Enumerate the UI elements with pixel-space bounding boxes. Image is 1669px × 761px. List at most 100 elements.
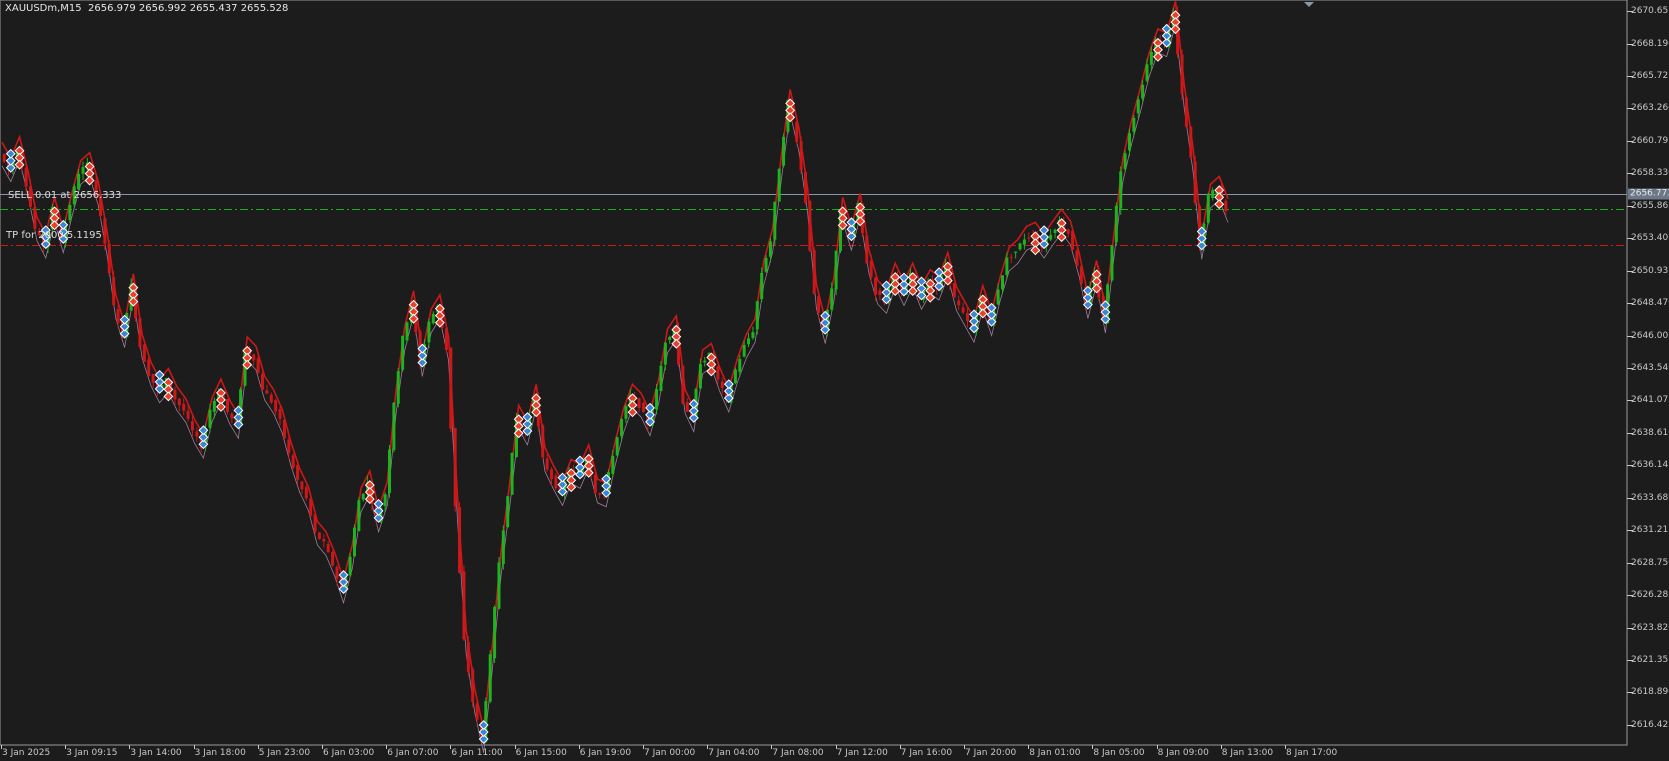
price-tick-label: 2631.215 bbox=[1631, 525, 1669, 536]
price-tick-mark bbox=[1627, 108, 1633, 109]
candle-body bbox=[1005, 257, 1009, 275]
time-tick-mark bbox=[900, 745, 901, 749]
time-tick-label: 7 Jan 20:00 bbox=[965, 748, 1017, 758]
candle-body bbox=[68, 204, 72, 221]
candle-body bbox=[335, 567, 339, 579]
chart-window[interactable]: XAUUSDm,M15 2656.979 2656.992 2655.437 2… bbox=[0, 0, 1669, 761]
price-tick-mark bbox=[1627, 76, 1633, 77]
candle-body bbox=[545, 458, 549, 470]
price-tick-label: 2643.540 bbox=[1631, 363, 1669, 374]
candle-body bbox=[1136, 99, 1140, 114]
candle-body bbox=[1079, 266, 1083, 284]
time-tick-mark bbox=[194, 745, 195, 749]
time-tick-label: 7 Jan 12:00 bbox=[836, 748, 888, 758]
candle-body bbox=[186, 410, 190, 419]
time-tick-label: 3 Jan 09:15 bbox=[66, 748, 118, 758]
candle-body bbox=[453, 428, 457, 507]
candle-body bbox=[1027, 237, 1031, 239]
candle-body bbox=[173, 389, 177, 400]
candle-body bbox=[1193, 161, 1197, 203]
candle-body bbox=[493, 607, 497, 659]
candle-body bbox=[1071, 230, 1075, 250]
candle-body bbox=[256, 358, 260, 373]
time-tick-mark bbox=[450, 745, 451, 749]
candle-body bbox=[659, 365, 663, 392]
candle-body bbox=[593, 474, 597, 494]
candle-body bbox=[874, 277, 878, 295]
candle-body bbox=[1009, 256, 1013, 258]
time-tick-label: 6 Jan 07:00 bbox=[387, 748, 439, 758]
price-tick-label: 2655.865 bbox=[1631, 200, 1669, 211]
time-tick-mark bbox=[258, 745, 259, 749]
time-tick-label: 6 Jan 03:00 bbox=[323, 748, 375, 758]
candle-body bbox=[182, 403, 186, 411]
time-tick-label: 8 Jan 09:00 bbox=[1157, 748, 1209, 758]
time-tick-mark bbox=[964, 745, 965, 749]
candle-body bbox=[655, 389, 659, 410]
candle-body bbox=[431, 313, 435, 324]
candle-body bbox=[225, 399, 229, 412]
candle-body bbox=[388, 449, 392, 494]
candle-body bbox=[720, 381, 724, 389]
price-chart[interactable] bbox=[0, 0, 1669, 761]
candle-body bbox=[1001, 275, 1005, 290]
candle-body bbox=[383, 494, 387, 507]
time-tick-mark bbox=[1, 745, 2, 749]
candle-body bbox=[317, 532, 321, 539]
price-tick-mark bbox=[1627, 433, 1633, 434]
candle-body bbox=[326, 543, 330, 553]
time-tick-label: 8 Jan 17:00 bbox=[1286, 748, 1338, 758]
candle-body bbox=[637, 398, 641, 409]
candle-body bbox=[554, 475, 558, 489]
candle-body bbox=[107, 243, 111, 274]
candle-body bbox=[965, 312, 969, 322]
candle-body bbox=[331, 552, 335, 566]
candle-body bbox=[1189, 126, 1193, 158]
candle-body bbox=[1141, 84, 1145, 99]
candle-body bbox=[1149, 51, 1153, 65]
time-tick-mark bbox=[129, 745, 130, 749]
time-tick-label: 3 Jan 18:00 bbox=[194, 748, 246, 758]
buy-signal-marker bbox=[1039, 225, 1050, 236]
price-tick-label: 2648.470 bbox=[1631, 298, 1669, 309]
price-axis[interactable]: 2670.655 2668.190 2665.725 2663.260 2660.795… bbox=[1627, 0, 1669, 745]
candle-body bbox=[830, 288, 834, 310]
time-tick-mark bbox=[707, 745, 708, 749]
price-tick-label: 2670.655 bbox=[1631, 6, 1669, 17]
price-tick-label: 2668.190 bbox=[1631, 38, 1669, 49]
candle-body bbox=[1119, 171, 1123, 209]
candle-body bbox=[747, 338, 751, 345]
candle-body bbox=[738, 359, 742, 372]
candle-body bbox=[103, 218, 107, 244]
candle-body bbox=[1224, 200, 1228, 212]
candle-body bbox=[208, 409, 212, 428]
entry-trade-label: SELL 0.01 at 2656.333 bbox=[8, 190, 122, 201]
candle-body bbox=[392, 402, 396, 451]
candle-body bbox=[488, 654, 492, 702]
candle-body bbox=[195, 431, 199, 437]
candle-body bbox=[1145, 64, 1149, 81]
candle-body bbox=[1211, 190, 1215, 198]
price-tick-mark bbox=[1627, 660, 1633, 661]
candle-body bbox=[703, 360, 707, 363]
price-tick-mark bbox=[1627, 238, 1633, 239]
time-tick-mark bbox=[515, 745, 516, 749]
price-tick-label: 2618.890 bbox=[1631, 687, 1669, 698]
candle-body bbox=[2, 154, 6, 162]
candle-body bbox=[361, 493, 365, 500]
price-tick-mark bbox=[1627, 11, 1633, 12]
price-tick-mark bbox=[1627, 336, 1633, 337]
candle-body bbox=[282, 419, 286, 439]
price-tick-label: 2653.400 bbox=[1631, 233, 1669, 244]
time-tick-label: 6 Jan 19:00 bbox=[579, 748, 632, 758]
price-tick-mark bbox=[1627, 563, 1633, 564]
price-tick-label: 2665.725 bbox=[1631, 71, 1669, 81]
candle-body bbox=[269, 394, 273, 403]
candle-body bbox=[1123, 153, 1127, 169]
chart-shift-icon[interactable] bbox=[1304, 2, 1314, 7]
candle-body bbox=[663, 342, 667, 365]
time-tick-label: 7 Jan 16:00 bbox=[900, 748, 953, 758]
candle-body bbox=[116, 309, 120, 323]
time-axis[interactable]: 3 Jan 2025 3 Jan 09:15 3 Jan 14:00 3 Jan 18… bbox=[0, 745, 1627, 761]
sell-signal-marker bbox=[1056, 232, 1067, 243]
